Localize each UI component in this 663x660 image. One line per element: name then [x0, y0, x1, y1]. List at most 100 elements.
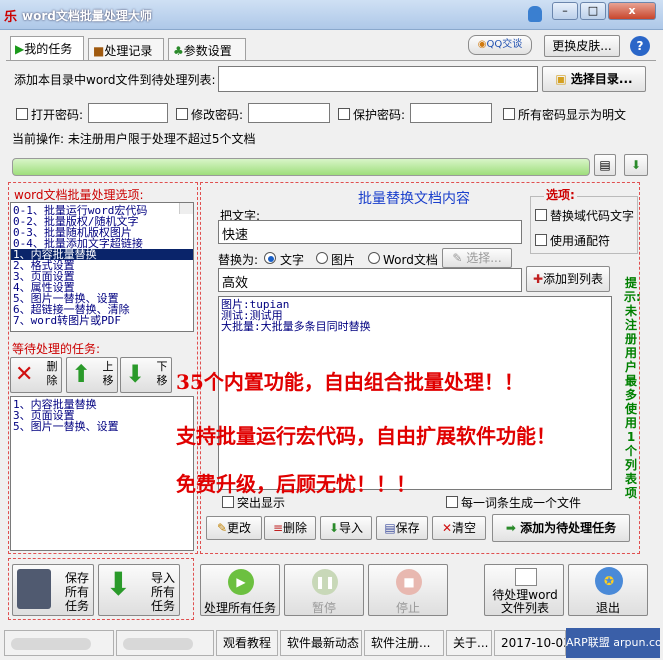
promo-line-2: 支持批量运行宏代码，自由扩展软件功能！ — [176, 424, 556, 448]
floppy-icon — [17, 569, 51, 609]
move-up-button[interactable]: ⬆ 上移 — [66, 357, 118, 393]
blur-block — [123, 637, 193, 650]
select-directory-button[interactable]: ▣ 选择目录... — [542, 66, 646, 92]
options-list[interactable]: 0-1、批量运行word宏代码 0-2、批量版权/随机文字 0-3、批量随机版权图片… — [10, 202, 194, 332]
protect-password-input[interactable] — [410, 103, 492, 123]
pending-title: 等待处理的任务: — [12, 342, 101, 356]
status-blurred-1 — [4, 630, 114, 656]
modify-password-input[interactable] — [248, 103, 330, 123]
options-title: word文档批量处理选项: — [14, 188, 144, 202]
wildcard-label: 使用通配符 — [550, 234, 611, 248]
pause-icon: ❚❚ — [312, 569, 338, 595]
add-dir-label: 添加本目录中word文件到待处理列表: — [14, 73, 216, 87]
protect-password-checkbox[interactable] — [338, 108, 350, 120]
pending-file-list-button[interactable]: 待处理word文件列表 — [484, 564, 564, 616]
radio-image[interactable] — [316, 252, 328, 264]
vertical-hint: 提示:未注册用户最多使用1个列表项 — [624, 276, 641, 500]
progress-bar — [12, 158, 590, 176]
list-item[interactable]: 5、图片一替换、设置 — [11, 421, 193, 432]
play-circle-icon: ▶ — [228, 569, 254, 595]
download-icon[interactable]: ⬇ — [624, 154, 648, 176]
save-all-tasks-button[interactable]: 保存所有任务 — [12, 564, 94, 616]
status-blurred-2 — [116, 630, 214, 656]
promo-line-1: 35个内置功能，自由组合批量处理！！ — [176, 370, 524, 394]
options-scrollbar[interactable] — [179, 203, 193, 214]
field-code-checkbox[interactable] — [535, 209, 547, 221]
about-link[interactable]: 关于... — [446, 630, 492, 656]
promo-line-3: 免费升级，后顾无忧！！！ — [176, 472, 416, 496]
edit-entry-button[interactable]: ✎更改 — [206, 516, 262, 540]
tab-my-tasks[interactable]: ▶我的任务 — [10, 36, 84, 60]
current-operation: 当前操作: 未注册用户限于处理不超过5个文档 — [12, 132, 256, 146]
modify-password-label: 修改密码: — [191, 108, 244, 122]
show-plain-checkbox[interactable] — [503, 108, 515, 120]
delete-list-icon: ≡ — [272, 521, 284, 535]
directory-input[interactable] — [218, 66, 538, 92]
pending-list[interactable]: 1、内容批量替换 3、页面设置 5、图片一替换、设置 — [10, 396, 194, 551]
arrow-right-icon: ➡ — [505, 521, 516, 535]
list-item[interactable]: 7、word转图片或PDF — [11, 315, 193, 326]
close-button[interactable]: x — [608, 2, 656, 20]
wildcard-checkbox[interactable] — [535, 234, 547, 246]
add-to-list-button[interactable]: ✚添加到列表 — [526, 266, 610, 292]
minimize-button[interactable]: – — [552, 2, 578, 20]
pick-icon: ✎ — [452, 251, 463, 265]
radio-text[interactable] — [264, 252, 276, 264]
move-down-button[interactable]: ⬇ 下移 — [120, 357, 172, 393]
software-news-link[interactable]: 软件最新动态 — [280, 630, 362, 656]
radio-image-label: 图片 — [331, 253, 356, 267]
tree-icon: ♣ — [173, 44, 184, 58]
save-entries-button[interactable]: ▤保存 — [376, 516, 428, 540]
clear-x-icon: ✕ — [441, 521, 453, 535]
find-input[interactable]: 快速 — [218, 220, 522, 244]
status-date: 2017-10-03 — [494, 630, 566, 656]
open-password-checkbox[interactable] — [16, 108, 28, 120]
briefcase-icon: ■ — [93, 44, 105, 58]
radio-text-label: 文字 — [280, 253, 305, 267]
replace-options-title: 选项: — [544, 186, 577, 203]
process-all-button[interactable]: ▶ 处理所有任务 — [200, 564, 280, 616]
add-pending-task-button[interactable]: ➡ 添加为待处理任务 — [492, 514, 630, 542]
delete-task-button[interactable]: ✕ 删除 — [10, 357, 62, 393]
watch-tutorial-link[interactable]: 观看教程 — [216, 630, 278, 656]
modify-password-checkbox[interactable] — [176, 108, 188, 120]
watermark-logo: ARP联盟 arpun.com — [566, 628, 660, 658]
list-item[interactable]: 大批量:大批量多条目同时替换 — [219, 321, 611, 332]
arrow-down-icon: ⬇ — [125, 360, 146, 388]
delete-x-icon: ✕ — [15, 362, 34, 387]
exit-button[interactable]: ✪ 退出 — [568, 564, 648, 616]
import-entries-button[interactable]: ⬇导入 — [320, 516, 372, 540]
pause-button[interactable]: ❚❚ 暂停 — [284, 564, 364, 616]
save-progress-icon[interactable]: ▤ — [594, 154, 616, 176]
radio-word[interactable] — [368, 252, 380, 264]
save-icon: ▤ — [384, 521, 396, 535]
play-icon: ▶ — [15, 42, 25, 56]
add-icon: ✚ — [532, 272, 544, 286]
delete-entry-button[interactable]: ≡删除 — [264, 516, 316, 540]
open-password-label: 打开密码: — [31, 108, 84, 122]
tab-settings[interactable]: ♣参数设置 — [168, 38, 246, 60]
software-register-link[interactable]: 软件注册... — [364, 630, 444, 656]
highlight-checkbox[interactable] — [222, 496, 234, 508]
blur-block — [11, 637, 91, 650]
clear-entries-button[interactable]: ✕清空 — [432, 516, 486, 540]
tab-history[interactable]: ■处理记录 — [88, 38, 164, 60]
maximize-button[interactable]: □ — [580, 2, 606, 20]
each-line-file-checkbox[interactable] — [446, 496, 458, 508]
replace-as-label: 替换为: — [218, 253, 259, 267]
stop-button[interactable]: ■ 停止 — [368, 564, 448, 616]
tab-divider — [6, 60, 656, 61]
change-skin-button[interactable]: 更换皮肤... — [544, 35, 620, 57]
help-icon[interactable]: ? — [630, 36, 650, 56]
title-ornament-icon — [528, 6, 542, 22]
import-all-tasks-button[interactable]: ⬇ 导入所有任务 — [98, 564, 180, 616]
edit-icon: ✎ — [216, 521, 228, 535]
stop-icon: ■ — [396, 569, 422, 595]
folder-icon: ▣ — [555, 72, 567, 86]
document-list-icon — [515, 568, 537, 586]
replace-input[interactable]: 高效 — [218, 268, 522, 292]
choose-file-button[interactable]: ✎ 选择... — [442, 248, 512, 268]
protect-password-label: 保护密码: — [353, 108, 406, 122]
open-password-input[interactable] — [88, 103, 168, 123]
qq-chat-button[interactable]: ◉QQ交谈 — [468, 35, 532, 55]
